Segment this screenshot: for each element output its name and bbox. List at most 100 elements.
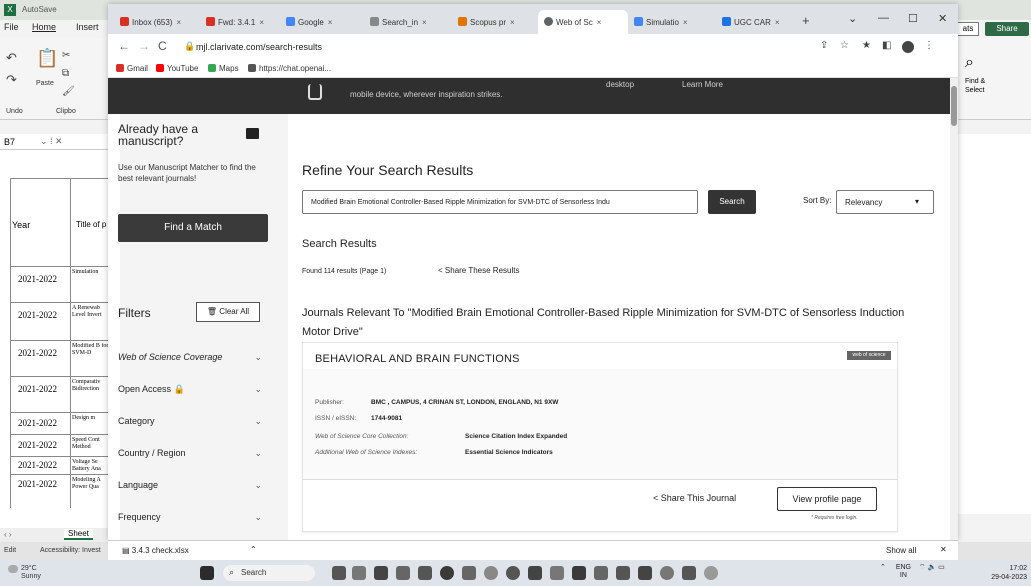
forward-icon[interactable]: → xyxy=(138,39,150,53)
app-icon[interactable] xyxy=(528,566,542,580)
page-scrollbar[interactable] xyxy=(950,78,958,540)
chrome-icon[interactable] xyxy=(506,566,520,580)
menu-home[interactable]: Home xyxy=(32,22,56,32)
bookmark-chatgpt[interactable]: https://chat.openai... xyxy=(248,64,331,73)
app-icon[interactable] xyxy=(484,566,498,580)
filter-frequency[interactable]: Frequency ⌄ xyxy=(118,512,268,528)
search-input[interactable]: Modified Brain Emotional Controller-Base… xyxy=(302,190,698,214)
browser-tab[interactable]: Search_in × xyxy=(364,10,452,34)
sheet-tab[interactable]: Sheet xyxy=(64,529,93,540)
app-icon[interactable] xyxy=(638,566,652,580)
widgets-icon[interactable] xyxy=(396,566,410,580)
cut-icon[interactable]: ✂ xyxy=(62,50,70,61)
store-icon[interactable] xyxy=(462,566,476,580)
weather-widget[interactable]: 29°C Sunny xyxy=(8,565,41,581)
table-row[interactable]: 2021-2022 Simulation xyxy=(10,266,112,302)
browser-tab[interactable]: Google × xyxy=(280,10,364,34)
table-row[interactable]: 2021-2022 Speed Cont Method xyxy=(10,434,112,456)
filter-country-region[interactable]: Country / Region ⌄ xyxy=(118,448,268,464)
taskbar-search[interactable]: ⌕ Search xyxy=(223,565,315,581)
tab-search-chevron-icon[interactable]: ⌄ xyxy=(848,12,857,25)
extensions-icon[interactable]: ★ xyxy=(862,40,871,51)
filter-language[interactable]: Language ⌄ xyxy=(118,480,268,496)
view-profile-button[interactable]: View profile page xyxy=(777,487,877,511)
bookmark-star-icon[interactable]: ☆ xyxy=(840,40,849,51)
bookmark-gmail[interactable]: Gmail xyxy=(116,64,148,73)
table-row[interactable]: 2021-2022 Modeling A Power Qua xyxy=(10,474,112,494)
browser-tab-active[interactable]: Web of Sc × xyxy=(538,10,628,34)
lock-icon[interactable]: 🔒 xyxy=(184,41,195,52)
edge-icon[interactable] xyxy=(440,566,454,580)
share-results-button[interactable]: < Share These Results xyxy=(438,266,519,275)
chevron-up-icon[interactable]: ⌃ xyxy=(250,545,257,554)
menu-insert[interactable]: Insert xyxy=(76,22,99,32)
right-sheet-grid[interactable] xyxy=(955,134,1031,514)
address-bar[interactable]: 🔒 mjl.clarivate.com/search-results xyxy=(178,37,758,57)
browser-tab[interactable]: UGC CAR × xyxy=(716,10,798,34)
close-icon[interactable]: ✕ xyxy=(940,545,947,554)
avatar[interactable] xyxy=(902,41,914,53)
chat-icon[interactable] xyxy=(374,566,388,580)
language-label[interactable]: ENG xyxy=(896,564,911,571)
name-box[interactable]: B7 xyxy=(4,137,15,147)
find-a-match-button[interactable]: Find a Match xyxy=(118,214,268,242)
battery-icon[interactable]: ▭ xyxy=(938,564,945,571)
show-all-button[interactable]: Show all xyxy=(886,546,916,555)
scrollbar-thumb[interactable] xyxy=(951,86,957,126)
new-tab-button[interactable]: + xyxy=(802,13,810,28)
app-icon[interactable] xyxy=(660,566,674,580)
copy-icon[interactable]: ⧉ xyxy=(62,68,69,79)
file-explorer-icon[interactable] xyxy=(418,566,432,580)
browser-tab[interactable]: Scopus pr × xyxy=(452,10,538,34)
format-painter-icon[interactable]: 🖌 xyxy=(62,86,75,97)
app-icon[interactable] xyxy=(616,566,630,580)
close-icon[interactable]: × xyxy=(510,18,515,27)
journal-title[interactable]: BEHAVIORAL AND BRAIN FUNCTIONS xyxy=(315,353,520,365)
banner-link-desktop[interactable]: desktop xyxy=(606,80,634,89)
banner-link-learn-more[interactable]: Learn More xyxy=(682,80,723,89)
maximize-icon[interactable]: ☐ xyxy=(908,12,918,25)
table-row[interactable]: 2021-2022 Voltage Se Battery Ana xyxy=(10,456,112,474)
close-icon[interactable]: × xyxy=(176,18,181,27)
share-journal-button[interactable]: < Share This Journal xyxy=(653,493,736,503)
table-row[interactable]: 2021-2022 Comparativ Bidirection xyxy=(10,376,112,412)
browser-tab[interactable]: Inbox (653) × xyxy=(114,10,200,34)
app-icon[interactable] xyxy=(704,566,718,580)
find-icon[interactable]: ⌕ xyxy=(965,54,974,72)
minimize-icon[interactable]: — xyxy=(878,12,889,24)
formula-bar[interactable]: B7 ⌄ ⁞ ✕ xyxy=(0,134,112,150)
menu-dots-icon[interactable]: ⋮ xyxy=(924,40,934,51)
undo-icon[interactable]: ↶ xyxy=(6,50,17,66)
filter-open-access[interactable]: Open Access 🔒 ⌄ xyxy=(118,384,268,400)
status-accessibility[interactable]: Accessibility: Invest xyxy=(40,547,101,554)
table-row[interactable]: 2021-2022 Design m xyxy=(10,412,112,434)
menu-file[interactable]: File xyxy=(4,22,19,32)
paste-icon[interactable]: 📋 xyxy=(36,48,58,69)
chevron-up-icon[interactable]: ⌃ xyxy=(880,564,886,571)
bing-icon[interactable] xyxy=(332,566,346,580)
wifi-icon[interactable]: ⌔ xyxy=(919,564,926,571)
close-icon[interactable]: × xyxy=(328,18,333,27)
name-box-chevron-icon[interactable]: ⌄ ⁞ ✕ xyxy=(40,136,63,147)
volume-icon[interactable]: 🔈 xyxy=(928,564,937,571)
bookmark-maps[interactable]: Maps xyxy=(208,64,239,73)
search-button[interactable]: Search xyxy=(708,190,756,214)
close-icon[interactable]: × xyxy=(259,18,264,27)
share-page-icon[interactable]: ⇪ xyxy=(820,40,828,51)
browser-tab[interactable]: Simulatio × xyxy=(628,10,716,34)
reload-icon[interactable]: C xyxy=(158,39,167,53)
close-icon[interactable]: × xyxy=(683,18,688,27)
ats-button[interactable]: ats xyxy=(957,22,979,36)
app-icon[interactable] xyxy=(594,566,608,580)
table-row[interactable]: 2021-2022 A Renewab Level Invert xyxy=(10,302,112,340)
sort-by-select[interactable]: Relevancy ▾ xyxy=(836,190,934,214)
clear-all-button[interactable]: 🗑 Clear All xyxy=(196,302,260,322)
app-icon[interactable] xyxy=(572,566,586,580)
app-icon[interactable] xyxy=(550,566,564,580)
filter-web-of-science-coverage[interactable]: Web of Science Coverage ⌄ xyxy=(118,352,268,368)
bookmark-youtube[interactable]: YouTube xyxy=(156,64,198,73)
excel-taskbar-icon[interactable] xyxy=(682,566,696,580)
task-view-icon[interactable] xyxy=(352,566,366,580)
close-icon[interactable]: × xyxy=(597,18,602,27)
close-icon[interactable]: × xyxy=(775,18,780,27)
